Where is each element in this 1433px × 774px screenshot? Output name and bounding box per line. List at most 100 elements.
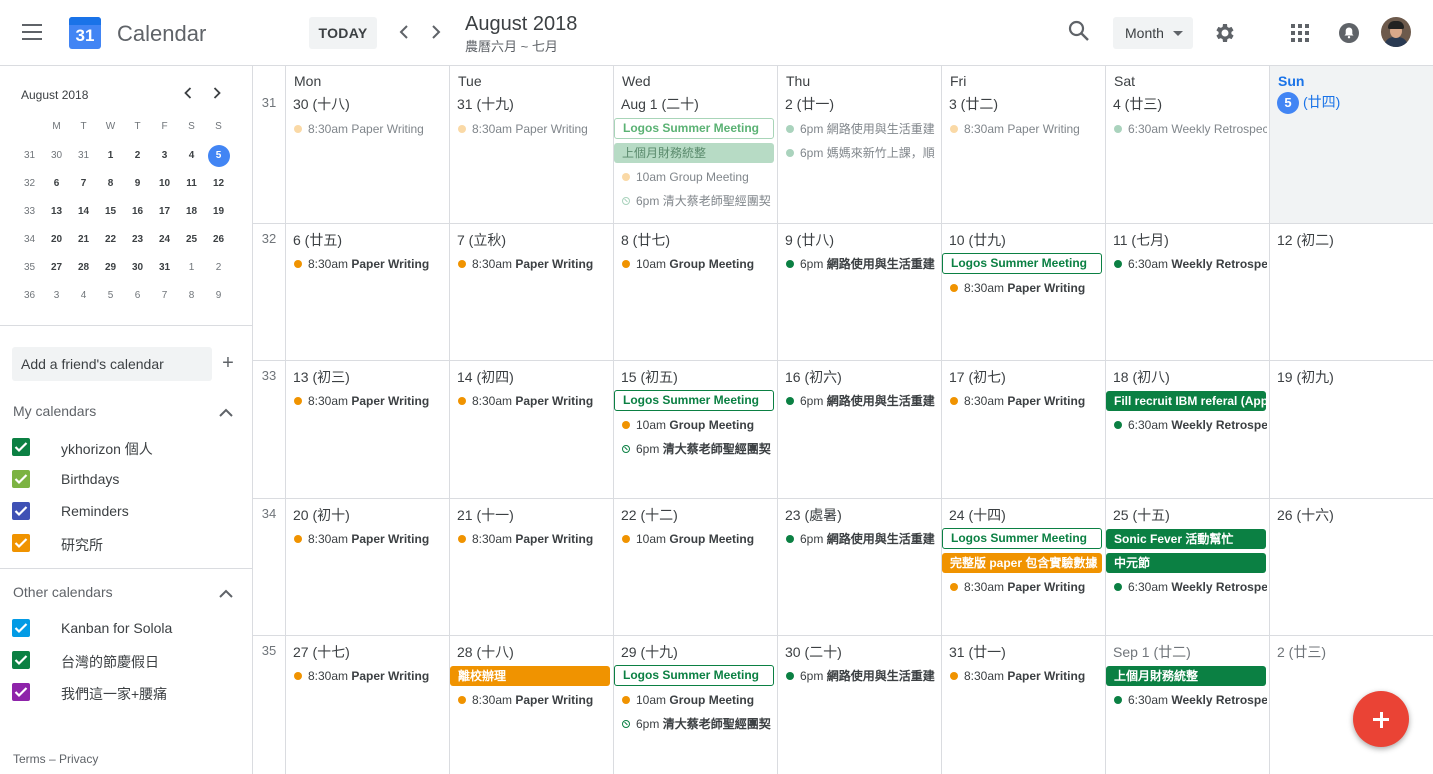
day-cell[interactable]: 15 (初五) Logos Summer Meeting 10am Group Me…	[613, 360, 777, 498]
calendar-event[interactable]: 8:30am Paper Writing	[285, 665, 447, 687]
calendar-checkbox[interactable]	[12, 470, 30, 488]
day-cell[interactable]: 27 (十七) 8:30am Paper Writing	[285, 635, 449, 774]
calendar-event[interactable]: Sonic Fever 活動幫忙	[1106, 529, 1266, 549]
calendar-item[interactable]: ykhorizon 個人	[12, 434, 242, 460]
mini-calendar-day[interactable]: 2	[205, 258, 232, 278]
next-month-button[interactable]	[424, 20, 448, 44]
day-number[interactable]: 12 (初二)	[1277, 230, 1334, 250]
day-cell[interactable]: 13 (初三) 8:30am Paper Writing	[285, 360, 449, 498]
today-indicator[interactable]: 5	[1277, 92, 1299, 114]
day-number[interactable]: 5 (廿四)	[1277, 92, 1340, 114]
my-calendars-collapse-button[interactable]	[219, 404, 237, 418]
mini-calendar-day[interactable]: 1	[178, 258, 205, 278]
today-button[interactable]: TODAY	[309, 17, 377, 49]
mini-calendar-day[interactable]: 3	[151, 146, 178, 166]
calendar-item[interactable]: 台灣的節慶假日	[12, 647, 242, 673]
day-cell[interactable]: Sun 5 (廿四)	[1269, 66, 1433, 223]
day-cell[interactable]: 30 (二十) 6pm 網路使用與生活重建	[777, 635, 941, 774]
day-number[interactable]: 28 (十八)	[457, 642, 514, 662]
other-calendars-title[interactable]: Other calendars	[13, 584, 113, 600]
calendar-item[interactable]: 我們這一家+腰痛	[12, 679, 242, 705]
calendar-event[interactable]: 6pm 媽媽來新竹上課，順	[777, 142, 939, 164]
day-cell[interactable]: Wed Aug 1 (二十) Logos Summer Meeting 上個月財務統整…	[613, 66, 777, 223]
calendar-event[interactable]: 10am Group Meeting	[613, 253, 775, 275]
day-cell[interactable]: 20 (初十) 8:30am Paper Writing	[285, 498, 449, 635]
mini-calendar-day[interactable]: 30	[124, 258, 151, 278]
calendar-event[interactable]: 離校辦理	[450, 666, 610, 686]
mini-calendar-day[interactable]: 26	[205, 230, 232, 250]
day-number[interactable]: 6 (廿五)	[293, 230, 342, 250]
mini-calendar-day[interactable]: 23	[124, 230, 151, 250]
calendar-checkbox[interactable]	[12, 651, 30, 669]
calendar-event[interactable]: 8:30am Paper Writing	[941, 277, 1103, 299]
calendar-event[interactable]: 8:30am Paper Writing	[449, 689, 611, 711]
day-number[interactable]: 2 (廿三)	[1277, 642, 1326, 662]
terms-privacy-links[interactable]: Terms – Privacy	[13, 752, 98, 766]
calendar-event[interactable]: 8:30am Paper Writing	[285, 528, 447, 550]
mini-calendar-next-button[interactable]	[207, 84, 227, 104]
day-number[interactable]: 7 (立秋)	[457, 230, 506, 250]
calendar-event[interactable]: 8:30am Paper Writing	[449, 118, 611, 140]
mini-calendar-day[interactable]: 5	[97, 286, 124, 306]
day-number[interactable]: 9 (廿八)	[785, 230, 834, 250]
calendar-event[interactable]: 中元節	[1106, 553, 1266, 573]
day-number[interactable]: Sep 1 (廿二)	[1113, 642, 1191, 662]
main-menu-button[interactable]	[22, 24, 42, 40]
other-calendars-collapse-button[interactable]	[219, 585, 237, 599]
day-number[interactable]: 3 (廿二)	[949, 94, 998, 114]
day-cell[interactable]: 22 (十二) 10am Group Meeting	[613, 498, 777, 635]
day-cell[interactable]: 16 (初六) 6pm 網路使用與生活重建	[777, 360, 941, 498]
day-number[interactable]: 29 (十九)	[621, 642, 678, 662]
day-cell[interactable]: 19 (初九)	[1269, 360, 1433, 498]
day-cell[interactable]: 23 (處暑) 6pm 網路使用與生活重建	[777, 498, 941, 635]
day-cell[interactable]: 18 (初八) Fill recruit IBM referal (App 6:30…	[1105, 360, 1269, 498]
mini-calendar-day[interactable]: 1	[97, 146, 124, 166]
calendar-event[interactable]: 6pm 清大蔡老師聖經團契	[613, 438, 775, 460]
day-number[interactable]: 2 (廿一)	[785, 94, 834, 114]
calendar-item[interactable]: Reminders	[12, 498, 242, 524]
mini-calendar-day[interactable]: 15	[97, 202, 124, 222]
mini-calendar-day[interactable]: 31	[70, 146, 97, 166]
day-number[interactable]: Aug 1 (二十)	[621, 94, 699, 114]
day-cell[interactable]: 31 (廿一) 8:30am Paper Writing	[941, 635, 1105, 774]
mini-calendar-day[interactable]: 28	[70, 258, 97, 278]
calendar-event[interactable]: 6pm 網路使用與生活重建	[777, 528, 939, 550]
calendar-event[interactable]: 8:30am Paper Writing	[285, 390, 447, 412]
day-number[interactable]: 4 (廿三)	[1113, 94, 1162, 114]
mini-calendar-day[interactable]: 7	[151, 286, 178, 306]
calendar-checkbox[interactable]	[12, 534, 30, 552]
calendar-event[interactable]: 10am Group Meeting	[613, 166, 775, 188]
calendar-event[interactable]: 上個月財務統整	[614, 143, 774, 163]
add-calendar-button[interactable]: +	[219, 353, 237, 373]
day-cell[interactable]: 25 (十五) Sonic Fever 活動幫忙 中元節 6:30am Weekly …	[1105, 498, 1269, 635]
calendar-item[interactable]: 研究所	[12, 530, 242, 556]
calendar-event[interactable]: 10am Group Meeting	[613, 689, 775, 711]
day-cell[interactable]: 12 (初二)	[1269, 223, 1433, 360]
mini-calendar-day[interactable]: 25	[178, 230, 205, 250]
calendar-event[interactable]: 6pm 網路使用與生活重建	[777, 253, 939, 275]
mini-calendar-day[interactable]: 9	[205, 286, 232, 306]
day-number[interactable]: 31 (廿一)	[949, 642, 1006, 662]
calendar-checkbox[interactable]	[12, 619, 30, 637]
previous-month-button[interactable]	[392, 20, 416, 44]
mini-calendar-day[interactable]: 22	[97, 230, 124, 250]
mini-calendar-day[interactable]: 27	[43, 258, 70, 278]
day-number[interactable]: 23 (處暑)	[785, 505, 842, 525]
mini-calendar-day[interactable]: 14	[70, 202, 97, 222]
day-number[interactable]: 25 (十五)	[1113, 505, 1170, 525]
day-cell[interactable]: Sat 4 (廿三) 6:30am Weekly Retrospec	[1105, 66, 1269, 223]
day-cell[interactable]: Fri 3 (廿二) 8:30am Paper Writing	[941, 66, 1105, 223]
create-event-button[interactable]	[1353, 691, 1409, 747]
mini-calendar-day[interactable]: 4	[178, 146, 205, 166]
day-number[interactable]: 13 (初三)	[293, 367, 350, 387]
mini-calendar-day[interactable]: 17	[151, 202, 178, 222]
mini-calendar-day[interactable]: 13	[43, 202, 70, 222]
calendar-event[interactable]: 8:30am Paper Writing	[941, 576, 1103, 598]
mini-calendar-day[interactable]: 3	[43, 286, 70, 306]
calendar-checkbox[interactable]	[12, 438, 30, 456]
calendar-item[interactable]: Birthdays	[12, 466, 242, 492]
mini-calendar-day[interactable]: 2	[124, 146, 151, 166]
user-avatar[interactable]	[1381, 17, 1411, 47]
day-cell[interactable]: 14 (初四) 8:30am Paper Writing	[449, 360, 613, 498]
settings-button[interactable]	[1213, 21, 1237, 45]
